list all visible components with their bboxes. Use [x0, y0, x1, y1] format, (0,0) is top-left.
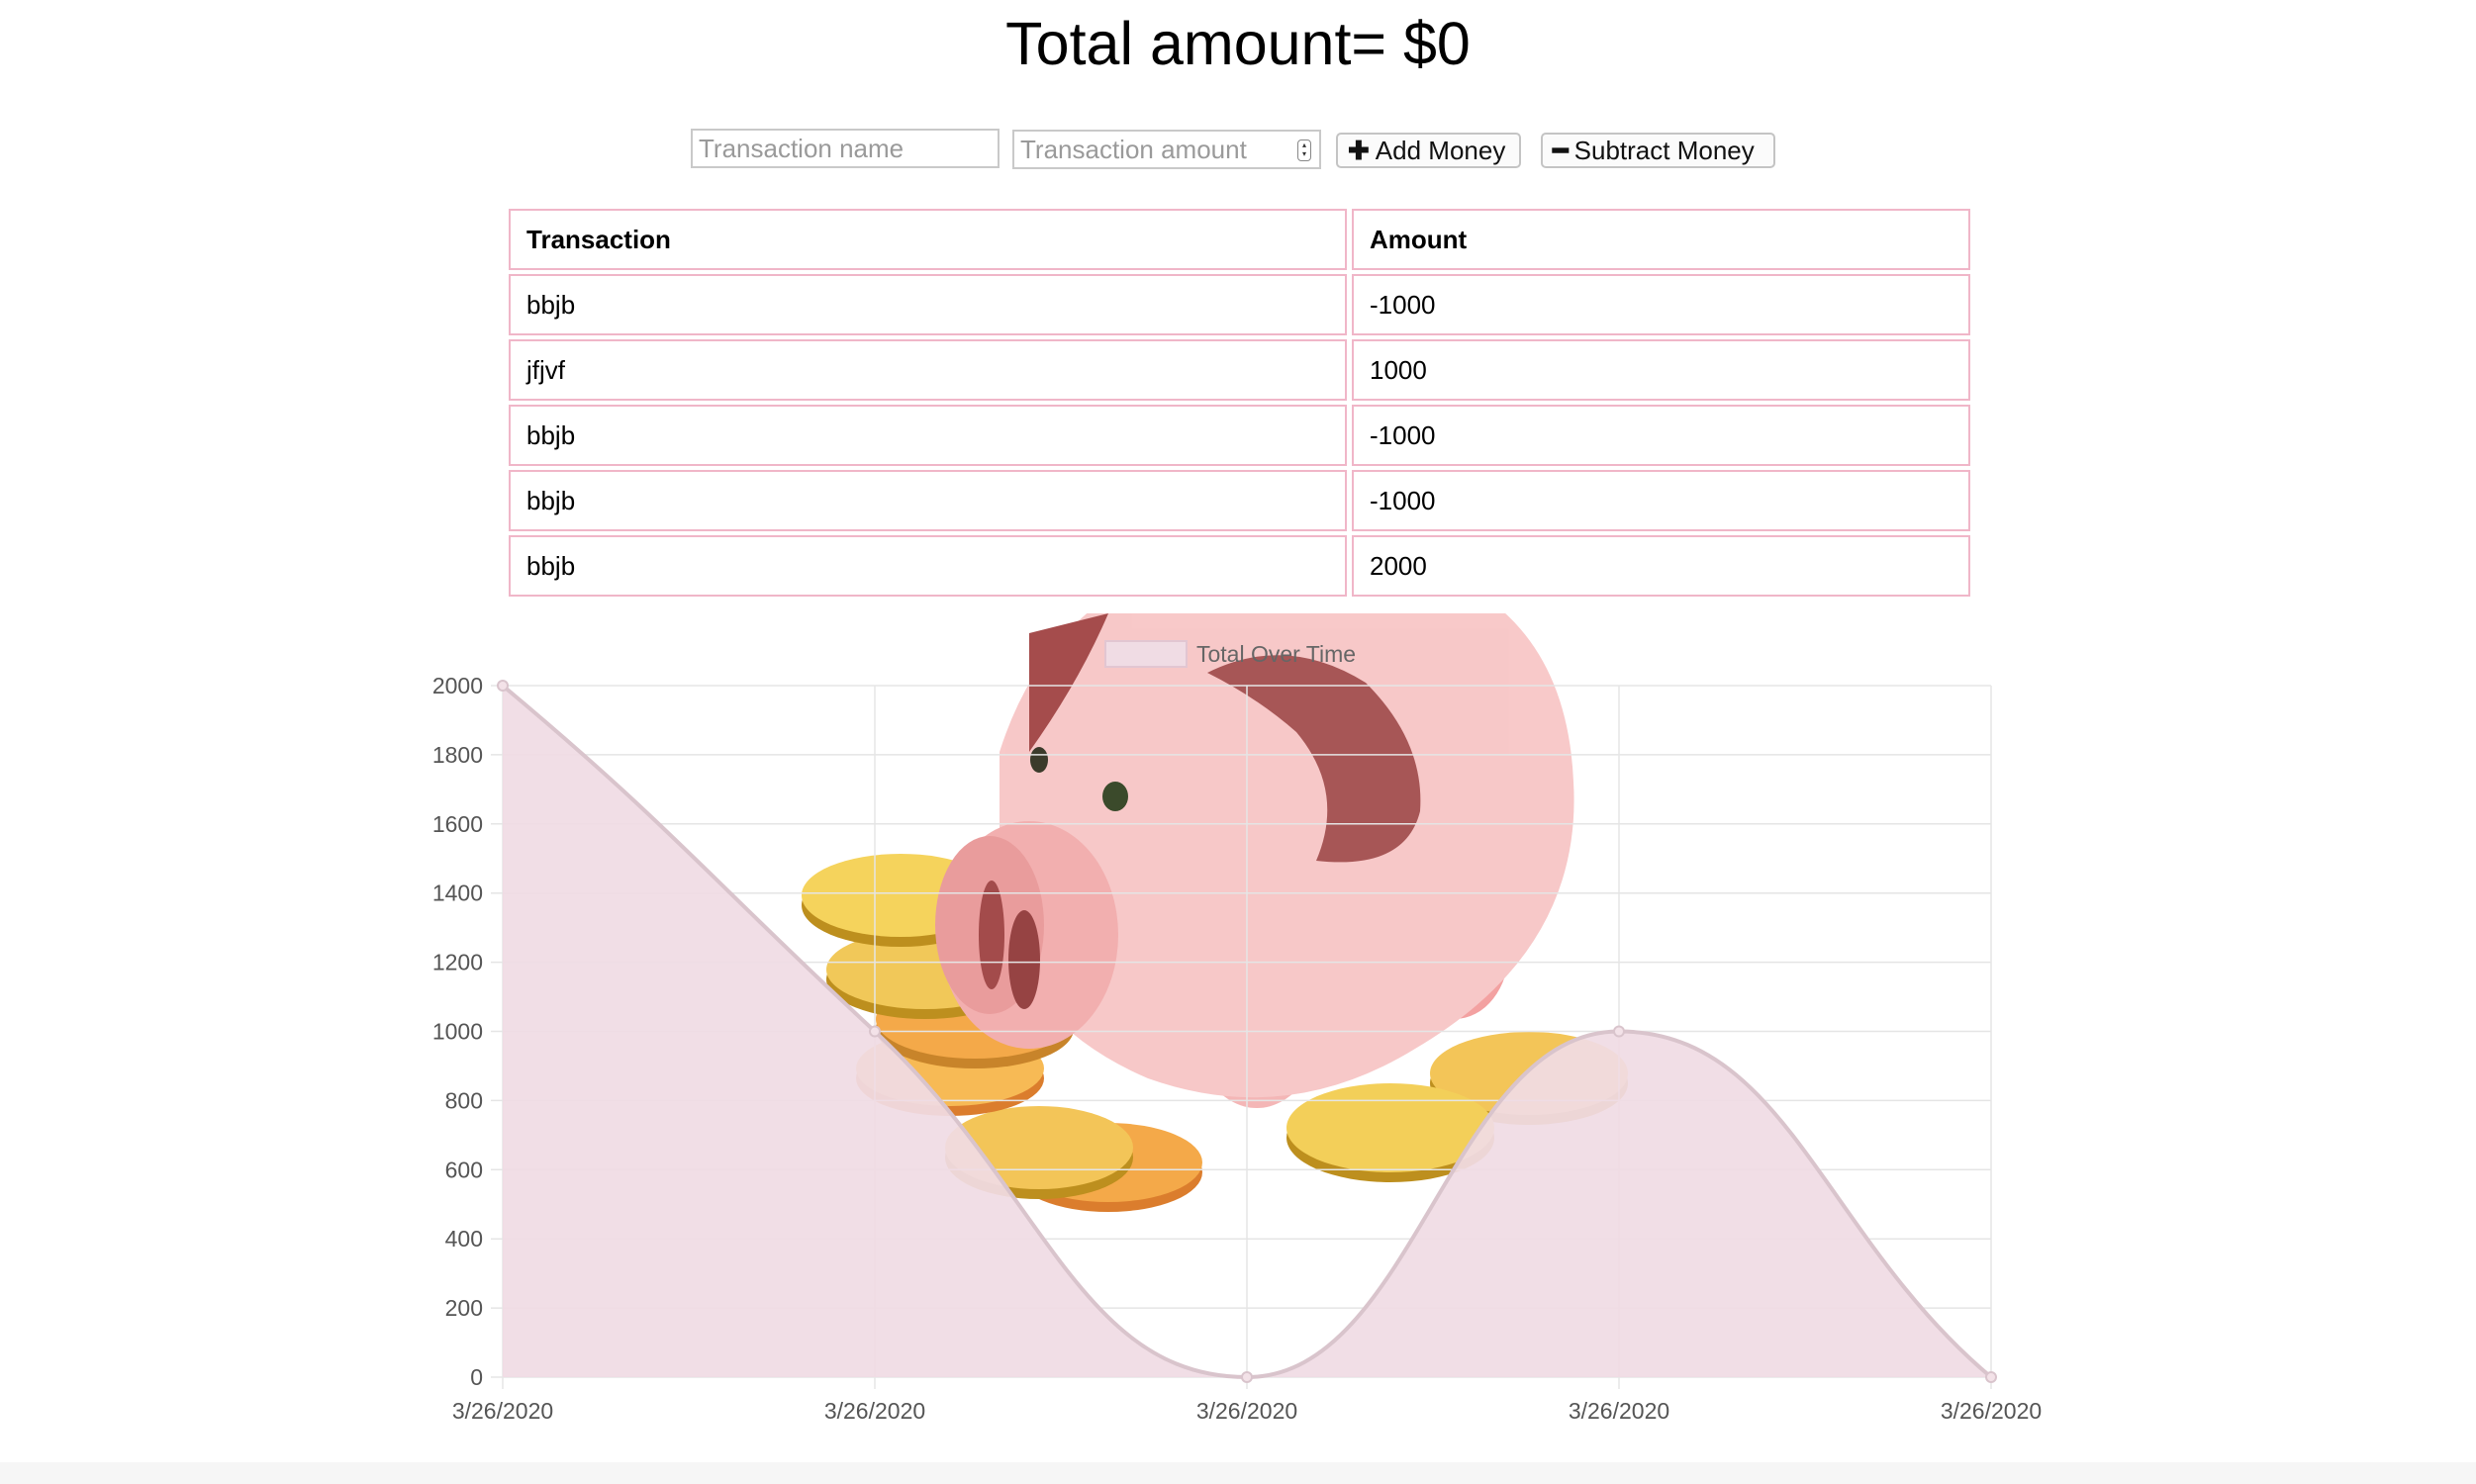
transactions-table: Transaction Amount bbjb -1000 jfjvf 1000… [504, 205, 1975, 601]
chart-legend[interactable]: Total Over Time [1104, 640, 1356, 668]
page-bottom-band [0, 1462, 2476, 1484]
transaction-column-header: Transaction [509, 209, 1347, 270]
data-point [869, 1025, 881, 1038]
add-money-button[interactable]: ✚ Add Money [1336, 133, 1521, 168]
table-row: bbjb -1000 [509, 470, 1970, 531]
total-over-time-chart: Total Over Time 0 200 400 600 800 1000 1200 140… [432, 613, 2042, 1424]
x-tick-label: 3/26/2020 [1569, 1398, 1669, 1424]
data-point [1613, 1025, 1625, 1038]
number-spinner-icon[interactable]: ▴ ▾ [1297, 139, 1311, 161]
data-point [497, 680, 509, 692]
add-money-label: Add Money [1375, 135, 1506, 165]
y-tick-label: 1000 [432, 1019, 483, 1045]
subtract-money-label: Subtract Money [1573, 135, 1755, 165]
transaction-amount-field[interactable]: ▴▾ [1012, 130, 1321, 169]
transaction-name-cell: bbjb [509, 535, 1347, 597]
y-tick-label: 1600 [432, 811, 483, 837]
y-tick-label: 800 [445, 1087, 483, 1113]
table-header-row: Transaction Amount [509, 209, 1970, 270]
legend-label: Total Over Time [1196, 641, 1356, 667]
y-tick-label: 2000 [432, 673, 483, 698]
y-tick-label: 1800 [432, 742, 483, 768]
transaction-name-cell: jfjvf [509, 339, 1347, 401]
x-tick-label: 3/26/2020 [452, 1398, 553, 1424]
total-amount-heading: Total amount= $0 [1005, 10, 1471, 77]
transaction-name-cell: bbjb [509, 470, 1347, 531]
transaction-amount-cell: -1000 [1352, 470, 1970, 531]
piggy-bank-icon [935, 613, 1574, 1108]
y-tick-label: 0 [470, 1364, 483, 1390]
transaction-amount-cell: -1000 [1352, 405, 1970, 466]
x-axis-labels: 3/26/2020 3/26/2020 3/26/2020 3/26/2020 3/26… [452, 1398, 2042, 1424]
table-row: jfjvf 1000 [509, 339, 1970, 401]
y-tick-label: 200 [445, 1295, 483, 1321]
x-tick-label: 3/26/2020 [824, 1398, 925, 1424]
y-tick-label: 400 [445, 1226, 483, 1252]
transaction-name-cell: bbjb [509, 274, 1347, 335]
table-row: bbjb 2000 [509, 535, 1970, 597]
y-tick-label: 600 [445, 1157, 483, 1182]
table-row: bbjb -1000 [509, 274, 1970, 335]
subtract-money-button[interactable]: ━ Subtract Money [1541, 133, 1775, 168]
amount-column-header: Amount [1352, 209, 1970, 270]
transaction-form: ▴▾ ✚ Add Money ━ Subtract Money [0, 128, 2476, 175]
transaction-amount-input[interactable] [1014, 132, 1291, 167]
data-point [1241, 1371, 1253, 1383]
y-axis-labels: 0 200 400 600 800 1000 1200 1400 1600 1800 2000 [432, 673, 483, 1390]
plus-icon: ✚ [1348, 135, 1370, 165]
transaction-amount-cell: -1000 [1352, 274, 1970, 335]
x-tick-label: 3/26/2020 [1196, 1398, 1297, 1424]
table-row: bbjb -1000 [509, 405, 1970, 466]
x-tick-label: 3/26/2020 [1941, 1398, 2042, 1424]
y-tick-label: 1200 [432, 950, 483, 975]
y-tick-label: 1400 [432, 881, 483, 906]
transaction-name-input[interactable] [691, 129, 1000, 168]
data-point [1985, 1371, 1997, 1383]
transaction-name-cell: bbjb [509, 405, 1347, 466]
transaction-amount-cell: 2000 [1352, 535, 1970, 597]
minus-icon: ━ [1553, 135, 1569, 165]
budget-tracker-page: Total amount= $0 ▴▾ ✚ Add Money ━ Subtra… [0, 0, 2476, 1484]
transaction-amount-cell: 1000 [1352, 339, 1970, 401]
legend-swatch [1104, 640, 1188, 668]
